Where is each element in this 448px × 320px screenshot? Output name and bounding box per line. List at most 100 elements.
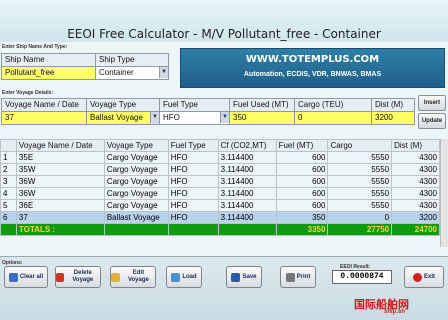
- chevron-down-icon[interactable]: ▼: [220, 112, 229, 123]
- voyage-type-cell: Cargo Voyage: [103, 199, 169, 212]
- vertical-scrollbar[interactable]: [440, 139, 448, 247]
- voyage-section-label: Enter Voyage Details:: [2, 90, 54, 96]
- edit-voyage-label: Edit Voyage: [127, 270, 149, 283]
- dist-header: Dist (M): [371, 98, 415, 112]
- voyage-name-field[interactable]: 37: [1, 111, 87, 125]
- column-header[interactable]: Voyage Type: [103, 139, 169, 152]
- save-button[interactable]: Save: [226, 266, 262, 288]
- totals-fuel: 3350: [275, 223, 329, 236]
- cf-cell: 3.114400: [217, 211, 277, 224]
- cf-cell: 3.114400: [217, 175, 277, 188]
- row-index: 2: [0, 163, 17, 176]
- voyage-name-cell: 37: [15, 211, 105, 224]
- delete-voyage-button[interactable]: Delete Voyage: [55, 266, 101, 288]
- print-button[interactable]: Print: [280, 266, 316, 288]
- ship-type-select[interactable]: Container: [95, 66, 169, 80]
- dist-cell: 4300: [391, 187, 440, 200]
- ship-type-header: Ship Type: [95, 53, 169, 67]
- exit-icon: [412, 272, 422, 282]
- column-header[interactable]: Dist (M): [391, 139, 440, 152]
- cargo-cell: 0: [327, 211, 393, 224]
- voyage-type-cell: Ballast Voyage: [103, 211, 169, 224]
- column-header[interactable]: Fuel Type: [167, 139, 219, 152]
- dist-cell: 4300: [391, 151, 440, 164]
- fuel-cell: 600: [275, 187, 329, 200]
- delete-icon: [56, 272, 64, 282]
- fuel-type-header: Fuel Type: [159, 98, 230, 112]
- fuel-type-cell: HFO: [167, 211, 219, 224]
- clear-all-label: Clear all: [19, 273, 44, 280]
- dist-cell: 3200: [391, 211, 440, 224]
- fuel-cell: 600: [275, 163, 329, 176]
- fuel-type-cell: HFO: [167, 163, 219, 176]
- chevron-down-icon[interactable]: ▼: [159, 67, 168, 78]
- table-row[interactable]: 2 35W Cargo Voyage HFO 3.114400 600 5550…: [0, 163, 440, 176]
- column-header[interactable]: Voyage Name / Date: [15, 139, 105, 152]
- row-index: 1: [0, 151, 17, 164]
- brand-panel: WWW.TOTEMPLUS.COM Automation, ECDIS, VDR…: [180, 48, 445, 88]
- voyage-name-header: Voyage Name / Date: [1, 98, 87, 112]
- fuel-type-cell: HFO: [167, 151, 219, 164]
- cargo-field[interactable]: 0: [294, 111, 372, 125]
- totals-index: [0, 223, 17, 236]
- delete-voyage-label: Delete Voyage: [72, 270, 94, 283]
- voyage-type-cell: Cargo Voyage: [103, 163, 169, 176]
- totals-empty: [167, 223, 219, 236]
- totals-cargo: 27750: [327, 223, 393, 236]
- title-bar: EEOI Free Calculator - M/V Pollutant_fre…: [0, 0, 448, 42]
- exit-button[interactable]: Exit: [404, 266, 444, 288]
- brand-website: WWW.TOTEMPLUS.COM: [245, 54, 380, 65]
- table-row[interactable]: 4 36W Cargo Voyage HFO 3.114400 600 5550…: [0, 187, 440, 200]
- clear-all-button[interactable]: Clear all: [4, 266, 48, 288]
- row-index: 4: [0, 187, 17, 200]
- column-header[interactable]: Cf (CO2,MT): [217, 139, 277, 152]
- voyage-type-select[interactable]: Ballast Voyage: [86, 111, 160, 125]
- voyage-name-cell: 36W: [15, 187, 105, 200]
- voyage-type-header: Voyage Type: [86, 98, 160, 112]
- chevron-down-icon[interactable]: ▼: [150, 112, 159, 123]
- voyage-name-cell: 36W: [15, 175, 105, 188]
- column-header[interactable]: Fuel (MT): [275, 139, 329, 152]
- load-label: Load: [182, 273, 197, 280]
- cargo-cell: 5550: [327, 163, 393, 176]
- save-icon: [231, 272, 241, 282]
- table-row[interactable]: 5 36E Cargo Voyage HFO 3.114400 600 5550…: [0, 199, 440, 212]
- column-header[interactable]: Cargo: [327, 139, 393, 152]
- save-label: Save: [242, 273, 257, 280]
- load-button[interactable]: Load: [166, 266, 202, 288]
- ship-name-field[interactable]: Pollutant_free: [1, 66, 96, 80]
- fuel-type-cell: HFO: [167, 187, 219, 200]
- fuel-used-field[interactable]: 350: [229, 111, 295, 125]
- totals-row: TOTALS : 3350 27750 24700: [0, 223, 440, 236]
- insert-button[interactable]: Insert: [418, 95, 446, 111]
- update-button[interactable]: Update: [418, 113, 446, 129]
- table-header-row: Voyage Name / Date Voyage Type Fuel Type…: [0, 139, 440, 152]
- window-title: EEOI Free Calculator - M/V Pollutant_fre…: [67, 27, 381, 41]
- fuel-type-cell: HFO: [167, 175, 219, 188]
- dist-field[interactable]: 3200: [371, 111, 415, 125]
- exit-label: Exit: [423, 273, 435, 280]
- cf-cell: 3.114400: [217, 199, 277, 212]
- dist-cell: 4300: [391, 175, 440, 188]
- fuel-cell: 600: [275, 175, 329, 188]
- print-label: Print: [296, 273, 311, 280]
- printer-icon: [285, 272, 295, 282]
- edit-voyage-button[interactable]: Edit Voyage: [110, 266, 156, 288]
- table-row[interactable]: 1 35E Cargo Voyage HFO 3.114400 600 5550…: [0, 151, 440, 164]
- cargo-cell: 5550: [327, 199, 393, 212]
- cf-cell: 3.114400: [217, 187, 277, 200]
- fuel-used-header: Fuel Used (MT): [229, 98, 295, 112]
- dist-cell: 4300: [391, 163, 440, 176]
- edit-icon: [111, 272, 120, 282]
- brand-subtitle: Automation, ECDIS, VDR, BNWAS, BMAS: [243, 71, 382, 78]
- fuel-cell: 600: [275, 151, 329, 164]
- voyage-table: Voyage Name / Date Voyage Type Fuel Type…: [0, 139, 440, 236]
- totals-label: TOTALS :: [15, 223, 105, 236]
- voyage-type-cell: Cargo Voyage: [103, 187, 169, 200]
- table-row-selected[interactable]: 6 37 Ballast Voyage HFO 3.114400 350 0 3…: [0, 211, 440, 224]
- totals-empty: [103, 223, 169, 236]
- table-row[interactable]: 3 36W Cargo Voyage HFO 3.114400 600 5550…: [0, 175, 440, 188]
- fuel-type-cell: HFO: [167, 199, 219, 212]
- column-header[interactable]: [0, 139, 17, 152]
- watermark-sub: ship.sh: [384, 309, 406, 315]
